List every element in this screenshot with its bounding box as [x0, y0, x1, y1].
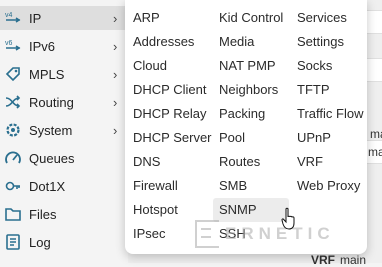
chevron-right-icon: › [113, 66, 118, 82]
ip-submenu: ARP Addresses Cloud DHCP Client DHCP Rel… [125, 0, 367, 254]
menu-column: ARP Addresses Cloud DHCP Client DHCP Rel… [133, 6, 218, 246]
menu-item-kid-control[interactable]: Kid Control [213, 6, 289, 30]
menu-column: Services Settings Socks TFTP Traffic Flo… [297, 6, 369, 198]
sidebar-item-mpls[interactable]: MPLS › [0, 62, 128, 86]
sidebar-item-log[interactable]: Log [0, 230, 128, 254]
sidebar-item-label: Queues [29, 150, 75, 166]
menu-item-upnp[interactable]: UPnP [291, 126, 369, 150]
menu-column: Kid Control Media NAT PMP Neighbors Pack… [213, 6, 290, 246]
menu-item-addresses[interactable]: Addresses [127, 30, 218, 54]
menu-item-packing[interactable]: Packing [213, 102, 289, 126]
vrf-value: main [340, 253, 367, 267]
sidebar-item-system[interactable]: System › [0, 118, 128, 142]
watermark-text: ERNETIC [225, 224, 335, 243]
menu-item-neighbors[interactable]: Neighbors [213, 78, 289, 102]
sidebar-item-label: Files [29, 206, 57, 222]
menu-item-cloud[interactable]: Cloud [127, 54, 218, 78]
sidebar-item-files[interactable]: Files [0, 202, 128, 226]
menu-item-settings[interactable]: Settings [291, 30, 369, 54]
sidebar-item-label: MPLS [29, 66, 65, 82]
sidebar-item-queues[interactable]: Queues [0, 146, 128, 170]
sidebar-item-dot1x[interactable]: Dot1X [0, 174, 128, 198]
sidebar-item-routing[interactable]: Routing › [0, 90, 128, 114]
mpls-icon [3, 64, 23, 84]
menu-item-services[interactable]: Services [291, 6, 369, 30]
vrf-label: VRF [311, 253, 335, 267]
hand-pointer-cursor-icon [281, 207, 295, 230]
menu-item-nat-pmp[interactable]: NAT PMP [213, 54, 289, 78]
svg-text:v6: v6 [5, 40, 13, 47]
menu-item-dhcp-client[interactable]: DHCP Client [127, 78, 218, 102]
menu-item-dns[interactable]: DNS [127, 150, 218, 174]
menu-item-pool[interactable]: Pool [213, 126, 289, 150]
system-icon [3, 120, 23, 140]
chevron-right-icon: › [113, 10, 118, 26]
menu-item-routes[interactable]: Routes [213, 150, 289, 174]
menu-item-vrf[interactable]: VRF [291, 150, 369, 174]
sidebar: v4 IP › v6 IPv6 › MPLS › Routing › Syste… [0, 0, 128, 263]
menu-item-firewall[interactable]: Firewall [127, 174, 218, 198]
sidebar-item-label: Routing [29, 94, 74, 110]
sidebar-item-label: Dot1X [29, 178, 66, 194]
folder-icon [3, 204, 23, 224]
menu-item-traffic-flow[interactable]: Traffic Flow [291, 102, 369, 126]
chevron-right-icon: › [113, 38, 118, 54]
menu-item-smb[interactable]: SMB [213, 174, 289, 198]
watermark-logo-icon [195, 220, 219, 248]
log-icon [3, 232, 23, 252]
sidebar-item-ip[interactable]: v4 IP › [0, 6, 128, 30]
menu-item-tftp[interactable]: TFTP [291, 78, 369, 102]
background-text: main [368, 145, 382, 159]
sidebar-item-label: IPv6 [29, 38, 56, 54]
sidebar-item-label: Log [29, 234, 51, 250]
background-text: ma [370, 127, 382, 141]
sidebar-item-label: IP [29, 10, 42, 26]
menu-item-arp[interactable]: ARP [127, 6, 218, 30]
menu-item-media[interactable]: Media [213, 30, 289, 54]
menu-item-web-proxy[interactable]: Web Proxy [291, 174, 369, 198]
ipv6-icon: v6 [3, 36, 23, 56]
chevron-right-icon: › [113, 94, 118, 110]
chevron-right-icon: › [113, 122, 118, 138]
svg-text:v4: v4 [5, 12, 13, 19]
menu-item-dhcp-relay[interactable]: DHCP Relay [127, 102, 218, 126]
dot1x-icon [3, 176, 23, 196]
routing-icon [3, 92, 23, 112]
queues-icon [3, 148, 23, 168]
sidebar-item-label: System [29, 122, 73, 138]
sidebar-item-ipv6[interactable]: v6 IPv6 › [0, 34, 128, 58]
menu-item-socks[interactable]: Socks [291, 54, 369, 78]
ip-icon: v4 [3, 8, 23, 28]
menu-item-dhcp-server[interactable]: DHCP Server [127, 126, 218, 150]
